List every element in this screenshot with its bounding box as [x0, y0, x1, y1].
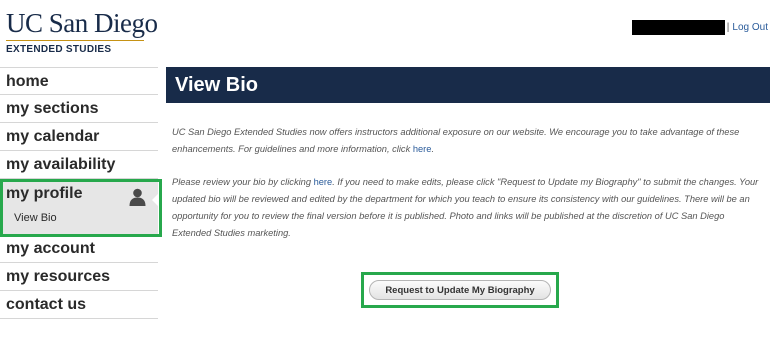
logout-link[interactable]: Log Out: [732, 22, 768, 33]
review-text-before: Please review your bio by clicking: [172, 177, 311, 187]
sidebar-item-home[interactable]: home: [0, 67, 158, 95]
guidelines-link[interactable]: here: [413, 144, 432, 154]
review-bio-link[interactable]: here: [314, 177, 333, 187]
sidebar-item-contact-us[interactable]: contact us: [0, 291, 158, 319]
sidebar-item-my-account[interactable]: my account: [0, 235, 158, 263]
sidebar-item-label: my profile: [6, 185, 83, 202]
sidebar-nav: home my sections my calendar my availabi…: [0, 67, 159, 319]
sidebar-item-my-resources[interactable]: my resources: [0, 263, 158, 291]
username-redacted: [631, 20, 725, 35]
sidebar-item-my-calendar[interactable]: my calendar: [0, 123, 158, 151]
intro-text: UC San Diego Extended Studies now offers…: [172, 127, 740, 154]
sidebar-item-my-sections[interactable]: my sections: [0, 95, 158, 123]
request-update-biography-button[interactable]: Request to Update My Biography: [369, 280, 551, 300]
review-paragraph: Please review your bio by clicking here.…: [172, 174, 762, 242]
sidebar-item-my-availability[interactable]: my availability: [0, 151, 158, 179]
intro-paragraph: UC San Diego Extended Studies now offers…: [172, 127, 740, 154]
active-tab-notch: [152, 193, 159, 207]
sidebar-subitem-view-bio[interactable]: View Bio: [14, 212, 57, 224]
page-title-bar: View Bio: [166, 67, 770, 103]
logo-subtitle: EXTENDED STUDIES: [6, 44, 112, 55]
logo-divider: [6, 40, 144, 41]
user-bar: | Log Out: [631, 20, 768, 35]
bio-instructions: UC San Diego Extended Studies now offers…: [172, 124, 762, 258]
page-title: View Bio: [175, 74, 258, 96]
person-icon: [129, 188, 146, 206]
highlight-box-button: Request to Update My Biography: [361, 272, 559, 308]
ucsd-logo[interactable]: UC San Diego EXTENDED STUDIES: [6, 9, 158, 55]
separator: |: [726, 22, 730, 33]
sidebar-item-my-profile[interactable]: my profile View Bio: [0, 179, 159, 235]
logo-wordmark: UC San Diego: [6, 8, 158, 38]
